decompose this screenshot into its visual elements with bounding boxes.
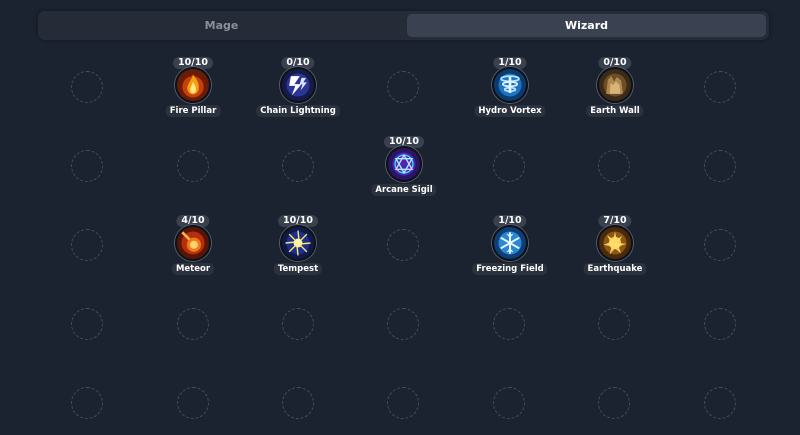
- empty-skill-slot: [598, 387, 630, 419]
- skill-tempest[interactable]: 10/10 Tempest: [258, 215, 338, 293]
- skill-name: Fire Pillar: [165, 105, 221, 117]
- skill-arcane-sigil[interactable]: 10/10 Arcane Sigil: [364, 136, 444, 214]
- empty-skill-slot: [493, 387, 525, 419]
- empty-skill-slot: [387, 71, 419, 103]
- empty-skill-slot: [282, 150, 314, 182]
- empty-skill-slot: [598, 308, 630, 340]
- empty-skill-slot: [387, 387, 419, 419]
- hydro-vortex-icon: [492, 67, 528, 103]
- skill-fire-pillar[interactable]: 10/10 Fire Pillar: [153, 57, 233, 135]
- meteor-icon: [175, 225, 211, 261]
- freezing-field-icon: [492, 225, 528, 261]
- arcane-sigil-icon: [386, 146, 422, 182]
- skill-chain-lightning[interactable]: 0/10 Chain Lightning: [256, 57, 340, 135]
- skill-name: Chain Lightning: [256, 105, 340, 117]
- fire-pillar-icon: [175, 67, 211, 103]
- skill-freezing-field[interactable]: 1/10 Freezing Field: [470, 215, 550, 293]
- empty-skill-slot: [282, 308, 314, 340]
- tempest-icon: [280, 225, 316, 261]
- skill-name: Earth Wall: [586, 105, 644, 117]
- empty-skill-slot: [71, 387, 103, 419]
- empty-skill-slot: [704, 150, 736, 182]
- empty-skill-slot: [177, 387, 209, 419]
- skill-name: Tempest: [273, 263, 323, 275]
- empty-skill-slot: [704, 71, 736, 103]
- skill-earthquake[interactable]: 7/10 Earthquake: [575, 215, 655, 293]
- earthquake-icon: [597, 225, 633, 261]
- skill-tree-grid: 10/10 Fire Pillar 0/10 Chain Lightning 1…: [0, 0, 800, 435]
- skill-name: Arcane Sigil: [371, 184, 437, 196]
- empty-skill-slot: [704, 387, 736, 419]
- empty-skill-slot: [71, 150, 103, 182]
- skill-name: Hydro Vortex: [474, 105, 546, 117]
- empty-skill-slot: [387, 308, 419, 340]
- empty-skill-slot: [177, 308, 209, 340]
- skill-meteor[interactable]: 4/10 Meteor: [153, 215, 233, 293]
- skill-earth-wall[interactable]: 0/10 Earth Wall: [575, 57, 655, 135]
- empty-skill-slot: [177, 150, 209, 182]
- empty-skill-slot: [704, 229, 736, 261]
- empty-skill-slot: [282, 387, 314, 419]
- empty-skill-slot: [71, 71, 103, 103]
- chain-lightning-icon: [280, 67, 316, 103]
- empty-skill-slot: [704, 308, 736, 340]
- skill-name: Meteor: [171, 263, 215, 275]
- empty-skill-slot: [71, 308, 103, 340]
- empty-skill-slot: [493, 308, 525, 340]
- skill-name: Freezing Field: [472, 263, 548, 275]
- empty-skill-slot: [387, 229, 419, 261]
- empty-skill-slot: [71, 229, 103, 261]
- earth-wall-icon: [597, 67, 633, 103]
- empty-skill-slot: [598, 150, 630, 182]
- empty-skill-slot: [493, 150, 525, 182]
- skill-name: Earthquake: [583, 263, 647, 275]
- skill-hydro-vortex[interactable]: 1/10 Hydro Vortex: [470, 57, 550, 135]
